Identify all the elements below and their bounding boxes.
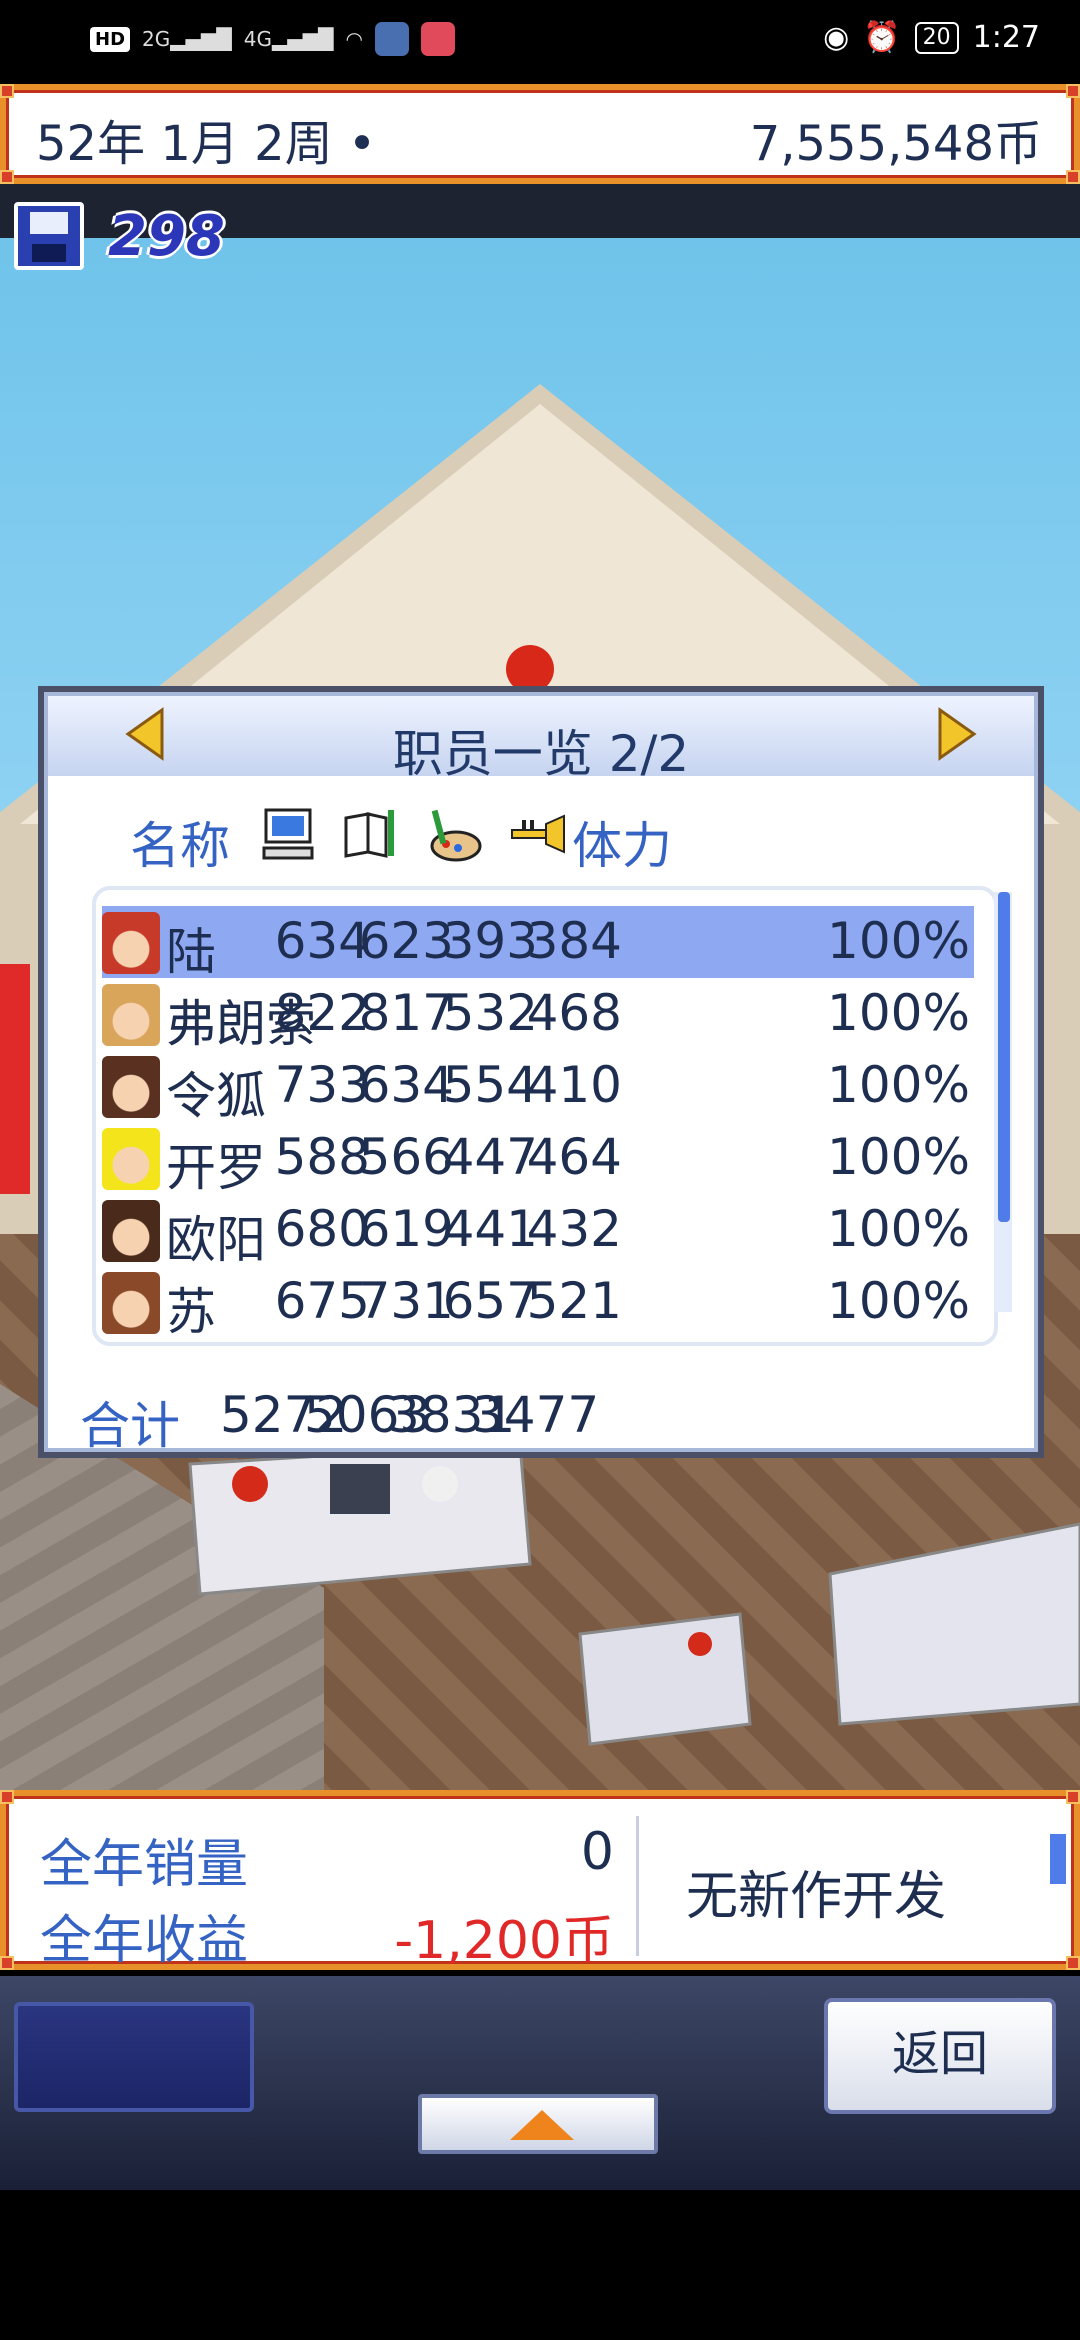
annual-profit-value: -1,200币 xyxy=(394,1911,614,1971)
dialog-body: 职员一览 2/2 名称 体力 陆 634 623 393 384 100% 弗朗… xyxy=(44,692,1038,1455)
staff-avatar-icon xyxy=(102,1056,160,1118)
next-page-arrow-icon[interactable] xyxy=(934,706,980,762)
wifi-icon: ◠ xyxy=(345,27,363,51)
money-balance: 7,555,548币 xyxy=(749,116,1042,172)
annual-sales-label: 全年销量 xyxy=(40,1835,249,1895)
staff-name: 令狐 xyxy=(166,1067,266,1125)
staff-stat-4: 468 xyxy=(526,984,622,1042)
column-header-name[interactable]: 名称 xyxy=(130,806,230,875)
staff-stamina: 100% xyxy=(827,1272,970,1330)
staff-scrollbar-thumb[interactable] xyxy=(998,892,1010,1222)
paint-icon[interactable] xyxy=(424,804,484,864)
system-nav-bar xyxy=(0,2190,1080,2340)
staff-row[interactable]: 令狐 733 634 554 410 100% xyxy=(102,1050,974,1125)
status-bar: HD 2G▂▄▆█ 4G▂▄▆█ ◠ ◉ ⏰ 20 1:27 xyxy=(0,0,1080,84)
up-arrow-icon xyxy=(510,2110,574,2140)
staff-list-dialog: 职员一览 2/2 名称 体力 陆 634 623 393 384 100% 弗朗… xyxy=(38,686,1044,1458)
staff-name: 欧阳 xyxy=(166,1211,266,1269)
status-right-icons: ◉ ⏰ 20 1:27 xyxy=(823,20,1040,55)
staff-stamina: 100% xyxy=(827,1056,970,1114)
staff-row[interactable]: 苏 675 731 657 521 100% xyxy=(102,1266,974,1341)
frame-corner xyxy=(0,1790,14,1804)
frame-corner xyxy=(0,84,14,98)
staff-stat-4: 464 xyxy=(526,1128,622,1186)
bottom-controls: 返回 xyxy=(0,1976,1080,2190)
staff-avatar-icon xyxy=(102,984,160,1046)
signal-icon-4g: 4G▂▄▆█ xyxy=(243,27,334,51)
staff-stamina: 100% xyxy=(827,912,970,970)
floppy-disk-icon xyxy=(14,202,84,270)
staff-avatar-icon xyxy=(102,1272,160,1334)
staff-stamina: 100% xyxy=(827,984,970,1042)
staff-avatar-icon xyxy=(102,1200,160,1262)
staff-stat-4: 432 xyxy=(526,1200,622,1258)
staff-avatar-icon xyxy=(102,1128,160,1190)
signal-icon-2g: 2G▂▄▆█ xyxy=(142,27,232,51)
status-time: 1:27 xyxy=(972,20,1040,55)
staff-stat-4: 521 xyxy=(526,1272,622,1330)
dialog-title: 职员一览 2/2 xyxy=(392,725,690,783)
frame-corner xyxy=(1066,170,1080,184)
signal-label-4g: 4G xyxy=(243,27,273,51)
total-label: 合计 xyxy=(80,1397,180,1455)
staff-row[interactable]: 陆 634 623 393 384 100% xyxy=(102,906,974,981)
dialog-header: 职员一览 2/2 xyxy=(48,696,1034,783)
total-sound: 3477 xyxy=(472,1386,600,1444)
staff-stamina: 100% xyxy=(827,1200,970,1258)
expand-menu-button[interactable] xyxy=(418,2094,658,2154)
staff-row[interactable]: 开罗 588 566 447 464 100% xyxy=(102,1122,974,1197)
panel-divider xyxy=(636,1816,639,1956)
staff-stamina: 100% xyxy=(827,1128,970,1186)
computer-icon[interactable] xyxy=(258,804,318,864)
back-button[interactable]: 返回 xyxy=(824,1998,1056,2114)
game-date: 52年 1月 2周 • xyxy=(36,116,377,172)
disk-shutter xyxy=(32,244,66,262)
info-scrollbar-thumb[interactable] xyxy=(1050,1834,1066,1884)
app-icon-face xyxy=(421,22,455,56)
frame-corner xyxy=(0,170,14,184)
top-info-bar: 52年 1月 2周 • 7,555,548币 xyxy=(0,84,1080,184)
app-icon-game xyxy=(375,22,409,56)
frame-corner xyxy=(1066,1790,1080,1804)
battery-icon: 20 xyxy=(914,21,959,54)
annual-profit-label: 全年收益 xyxy=(40,1911,249,1971)
staff-name: 开罗 xyxy=(166,1139,266,1197)
frame-corner xyxy=(0,1956,14,1970)
staff-stat-4: 384 xyxy=(526,912,622,970)
disk-label xyxy=(30,212,68,234)
status-left-icons: HD 2G▂▄▆█ 4G▂▄▆█ ◠ xyxy=(90,22,455,56)
eye-icon: ◉ xyxy=(823,20,850,55)
book-icon[interactable] xyxy=(340,804,400,864)
staff-row[interactable]: 弗朗索 822 817 532 468 100% xyxy=(102,978,974,1053)
frame-corner xyxy=(1066,84,1080,98)
annual-sales-value: 0 xyxy=(580,1822,614,1882)
column-header-stamina[interactable]: 体力 xyxy=(572,806,672,875)
alarm-icon: ⏰ xyxy=(863,20,901,55)
staff-avatar-icon xyxy=(102,912,160,974)
staff-name: 陆 xyxy=(166,923,216,981)
hd-badge: HD xyxy=(90,26,131,52)
research-points: 298 xyxy=(108,204,225,269)
staff-stat-4: 410 xyxy=(526,1056,622,1114)
info-scrollbar[interactable] xyxy=(1048,1816,1068,1956)
development-status: 无新作开发 xyxy=(686,1867,947,1927)
staff-row[interactable]: 欧阳 680 619 441 432 100% xyxy=(102,1194,974,1269)
signal-label-2g: 2G xyxy=(142,27,171,51)
trumpet-icon[interactable] xyxy=(508,804,568,864)
menu-slot-button[interactable] xyxy=(14,2002,254,2112)
annual-info-panel: 全年销量 0 全年收益 -1,200币 无新作开发 xyxy=(0,1790,1080,1971)
staff-name: 苏 xyxy=(166,1283,216,1341)
frame-corner xyxy=(1066,1956,1080,1970)
